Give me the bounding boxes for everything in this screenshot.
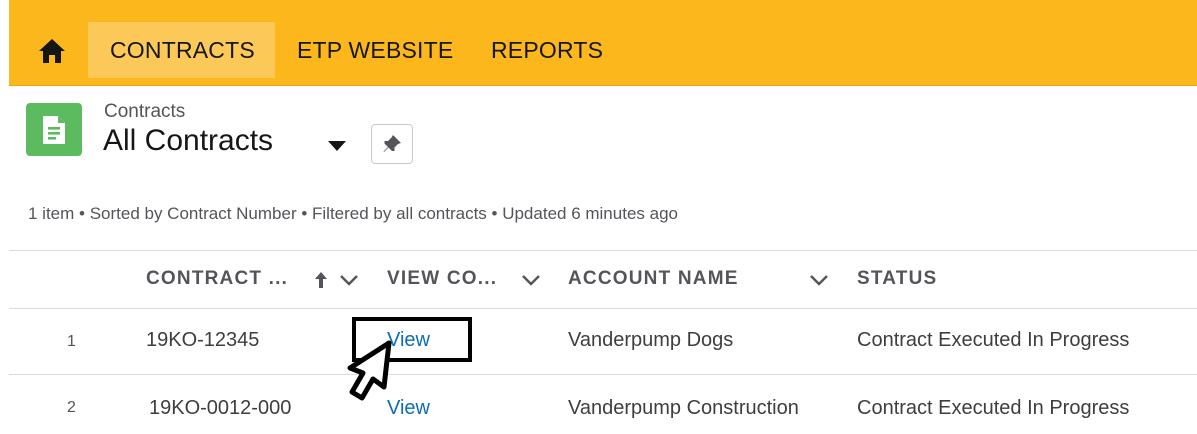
tab-contracts[interactable]: CONTRACTS — [88, 22, 275, 78]
row-number: 1 — [67, 333, 76, 350]
cursor-pointer-icon — [347, 340, 392, 401]
app-frame: CONTRACTS ETP WEBSITE REPORTS Contracts … — [9, 0, 1197, 434]
home-button[interactable] — [27, 28, 77, 74]
tab-reports[interactable]: REPORTS — [491, 22, 603, 78]
arrow-up-icon[interactable] — [314, 270, 328, 290]
tab-contracts-label: CONTRACTS — [110, 36, 255, 63]
contract-object-icon — [26, 103, 82, 156]
chevron-down-icon[interactable] — [339, 273, 359, 287]
home-icon — [39, 39, 65, 63]
navigation-bar: CONTRACTS ETP WEBSITE REPORTS — [9, 0, 1197, 86]
list-view-switcher[interactable] — [327, 139, 347, 157]
column-header-status[interactable]: STATUS — [857, 268, 937, 290]
list-info-text: 1 item • Sorted by Contract Number • Fil… — [28, 204, 678, 223]
pin-list-button[interactable] — [371, 124, 413, 164]
page-title: All Contracts — [103, 124, 274, 157]
status-cell: Contract Executed In Progress — [857, 397, 1130, 419]
tab-etp-website[interactable]: ETP WEBSITE — [297, 22, 453, 78]
tab-etp-website-label: ETP WEBSITE — [297, 36, 454, 63]
tab-reports-label: REPORTS — [491, 36, 604, 63]
pin-icon — [383, 135, 401, 152]
contract-document-icon — [43, 115, 65, 144]
contract-number-cell[interactable]: 19KO-0012-000 — [149, 397, 291, 420]
column-header-account-name[interactable]: ACCOUNT NAME — [568, 268, 739, 290]
column-header-contract-number[interactable]: CONTRACT ... — [146, 268, 288, 290]
column-header-view-contract[interactable]: VIEW CO... — [387, 268, 497, 290]
contract-number-cell[interactable]: 19KO-12345 — [146, 329, 259, 352]
table-top-divider — [9, 250, 1197, 251]
header-divider — [9, 308, 1197, 309]
status-cell: Contract Executed In Progress — [857, 329, 1130, 351]
chevron-down-icon[interactable] — [809, 273, 829, 287]
account-name-cell[interactable]: Vanderpump Dogs — [568, 329, 733, 352]
row-divider — [9, 374, 1197, 375]
caret-down-icon — [328, 141, 346, 151]
chevron-down-icon[interactable] — [521, 273, 541, 287]
breadcrumb: Contracts — [104, 101, 186, 122]
row-number: 2 — [67, 399, 76, 416]
account-name-cell[interactable]: Vanderpump Construction — [568, 397, 799, 420]
